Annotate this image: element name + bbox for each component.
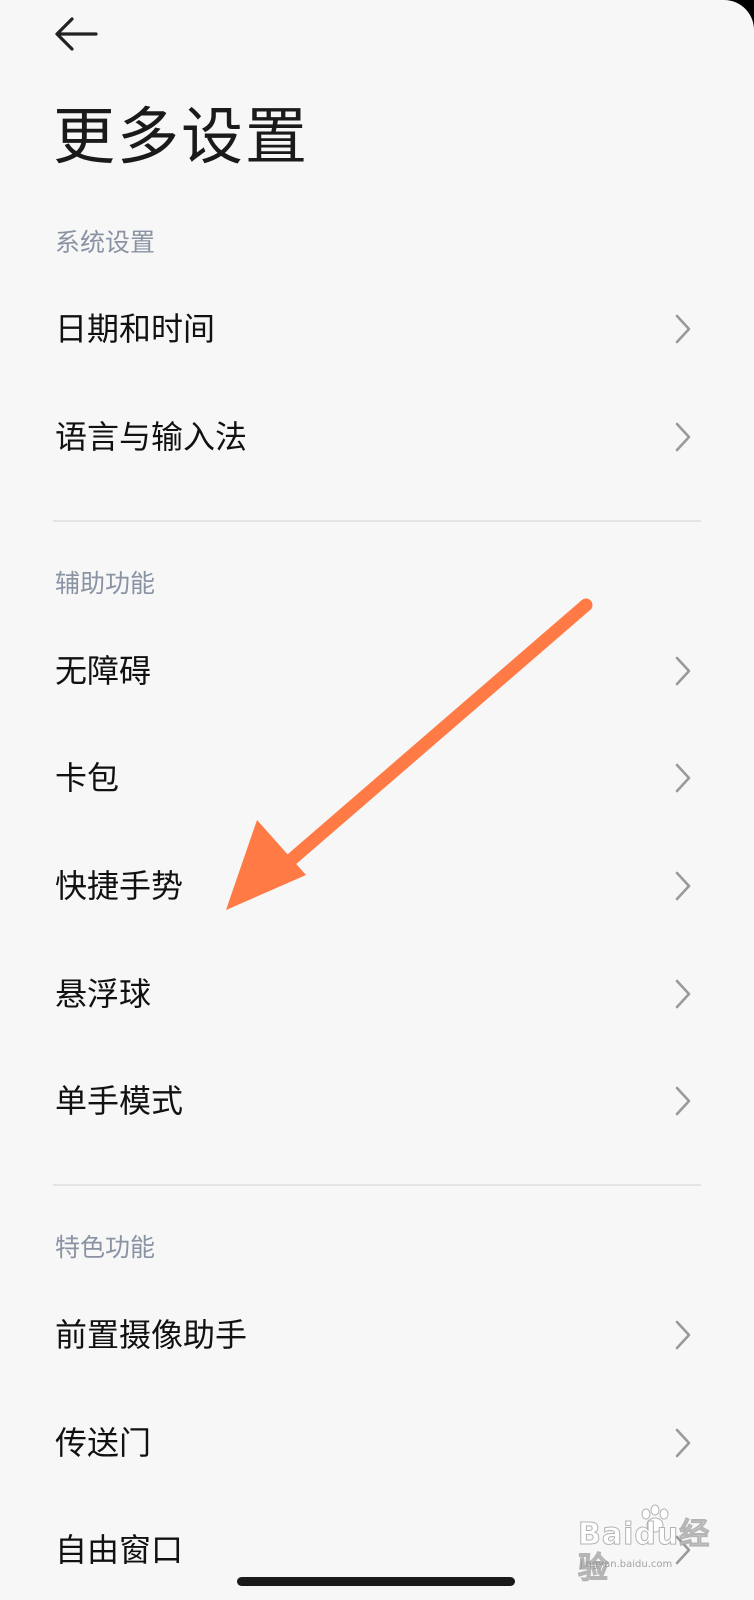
chevron-right-icon [675,1320,691,1350]
row-front-camera-assistant[interactable]: 前置摄像助手 [0,1281,754,1389]
row-label: 传送门 [55,1424,152,1462]
chevron-right-icon [675,871,691,901]
settings-screen: 更多设置 系统设置 日期和时间 语言与输入法 辅助功能 无障碍 卡包 快捷手势 … [0,0,754,1600]
chevron-right-icon [675,656,691,686]
chevron-right-icon [675,979,691,1009]
row-label: 日期和时间 [55,310,216,348]
section-divider [53,520,701,522]
section-header-special-features: 特色功能 [55,1233,156,1262]
chevron-right-icon [675,1086,691,1116]
chevron-right-icon [675,314,691,344]
row-portal[interactable]: 传送门 [0,1389,754,1497]
row-label: 单手模式 [55,1082,184,1120]
chevron-right-icon [675,422,691,452]
row-label: 语言与输入法 [55,418,248,456]
back-button[interactable] [40,6,110,68]
row-language-input[interactable]: 语言与输入法 [0,383,754,491]
row-label: 自由窗口 [55,1531,184,1569]
row-date-time[interactable]: 日期和时间 [0,275,754,383]
section-header-accessibility: 辅助功能 [55,569,156,598]
row-quick-gestures[interactable]: 快捷手势 [0,832,754,940]
row-accessibility[interactable]: 无障碍 [0,617,754,725]
chevron-right-icon [675,1535,691,1565]
row-label: 悬浮球 [55,975,152,1013]
row-one-handed-mode[interactable]: 单手模式 [0,1047,754,1155]
row-label: 卡包 [55,759,120,797]
section-header-system: 系统设置 [55,228,156,257]
row-label: 无障碍 [55,652,152,690]
back-arrow-icon [55,17,98,51]
row-label: 前置摄像助手 [55,1316,248,1354]
chevron-right-icon [675,763,691,793]
row-wallet[interactable]: 卡包 [0,724,754,832]
chevron-right-icon [675,1428,691,1458]
home-indicator[interactable] [237,1577,515,1586]
section-divider [53,1184,701,1186]
page-title: 更多设置 [53,100,310,173]
row-floating-ball[interactable]: 悬浮球 [0,940,754,1048]
row-label: 快捷手势 [55,867,184,905]
